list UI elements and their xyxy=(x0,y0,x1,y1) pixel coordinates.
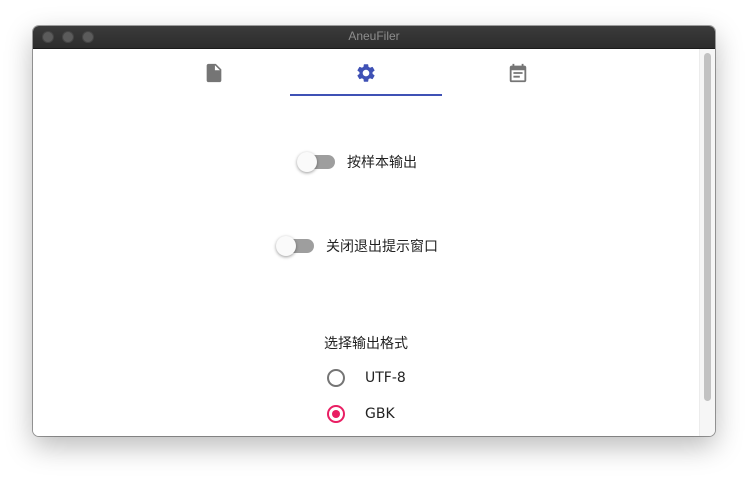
encoding-option-utf8[interactable]: UTF-8 xyxy=(327,369,406,387)
file-icon xyxy=(206,63,222,83)
sample-output-setting: 按样本输出 xyxy=(297,152,417,172)
tab-file[interactable] xyxy=(138,49,290,97)
tab-settings[interactable] xyxy=(290,49,442,97)
tab-bar xyxy=(138,49,594,97)
tab-indicator xyxy=(290,94,442,96)
calendar-icon xyxy=(509,63,527,83)
vertical-scrollbar[interactable] xyxy=(699,49,715,436)
utf8-radio[interactable] xyxy=(327,369,345,387)
window-title: AneuFiler xyxy=(348,29,400,43)
exit-prompt-setting: 关闭退出提示窗口 xyxy=(276,236,438,256)
utf8-radio-label: UTF-8 xyxy=(365,370,406,386)
gear-icon xyxy=(357,64,375,82)
tab-calendar[interactable] xyxy=(442,49,594,97)
settings-panel: 按样本输出 关闭退出提示窗口 选择输出格式 UTF-8 GBK xyxy=(33,49,699,436)
gbk-radio[interactable] xyxy=(327,405,345,423)
sample-output-label: 按样本输出 xyxy=(347,155,417,171)
scrollbar-thumb[interactable] xyxy=(704,53,711,401)
encoding-option-gbk[interactable]: GBK xyxy=(327,405,395,423)
exit-prompt-toggle[interactable] xyxy=(276,236,316,256)
app-window: AneuFiler 按样本输出 关闭退出提示窗口 选择输出格式 UTF-8 GB… xyxy=(33,26,715,436)
exit-prompt-label: 关闭退出提示窗口 xyxy=(326,239,438,255)
sample-output-toggle[interactable] xyxy=(297,152,337,172)
encoding-group-label: 选择输出格式 xyxy=(324,336,408,352)
title-bar[interactable]: AneuFiler xyxy=(33,26,715,49)
gbk-radio-label: GBK xyxy=(365,406,395,422)
